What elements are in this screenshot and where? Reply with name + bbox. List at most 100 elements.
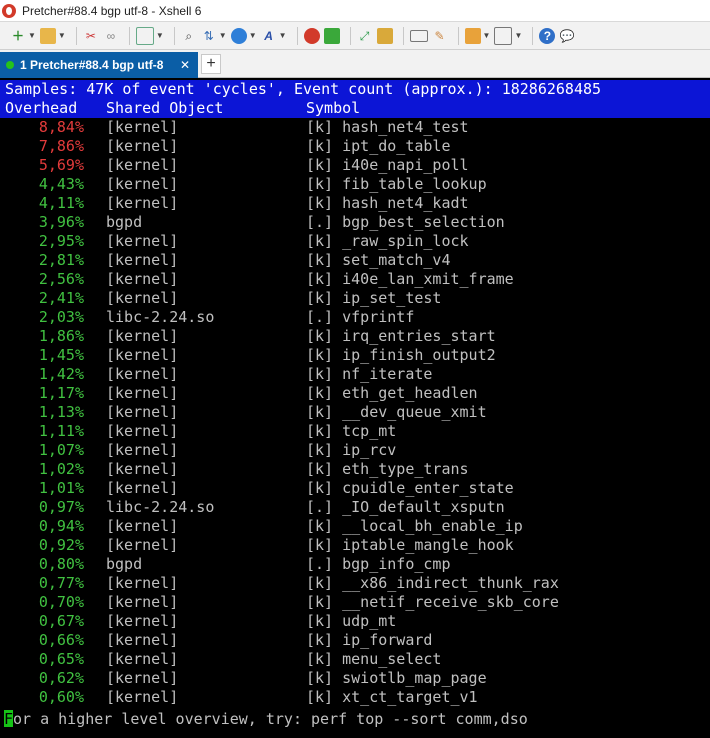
close-icon[interactable]: ✕ [180,58,190,72]
new-tab-button[interactable]: ▼ [464,25,490,47]
symbol-cell: [k] __local_bh_enable_ip [306,517,523,535]
overhead-cell: 0,70% [38,593,84,611]
transfer-icon: ⇅ [203,28,214,43]
overhead-cell: 1,17% [38,384,84,402]
shared-object-cell: bgpd [106,555,143,573]
overhead-cell: 0,80% [38,555,84,573]
reconnect-button[interactable]: ∞ [103,25,119,47]
symbol-cell: [k] __netif_receive_skb_core [306,593,559,611]
chat-button[interactable]: 💬 [559,25,575,47]
symbol-cell: [k] i40e_napi_poll [306,156,469,174]
symbol-cell: [k] ip_rcv [306,441,397,459]
chat-icon: 💬 [559,28,575,43]
overhead-cell: 7,86% [38,137,84,155]
overhead-cell: 0,62% [38,669,84,687]
overhead-cell: 0,77% [38,574,84,592]
shared-object-cell: [kernel] [106,612,179,630]
font-button[interactable]: A ▼ [261,25,286,47]
overhead-header: Overhead [5,99,78,117]
fullscreen-button[interactable]: ⤢ [357,25,373,47]
lock-icon [376,27,393,44]
symbol-cell: [k] __dev_queue_xmit [306,403,487,421]
xshell-icon [303,27,320,44]
symbol-cell: [k] ip_set_test [306,289,442,307]
symbol-cell: [k] hash_net4_kadt [306,194,469,212]
overhead-cell: 0,94% [38,517,84,535]
column-headers: Overhead Shared Object Symbol [0,99,710,118]
layout-button[interactable]: ▼ [494,25,522,47]
tab-label: 1 Pretcher#88.4 bgp utf-8 [20,58,164,72]
shared-object-cell: [kernel] [106,631,179,649]
pen-icon: ✎ [434,28,445,43]
tab-session-1[interactable]: 1 Pretcher#88.4 bgp utf-8 ✕ [0,52,198,78]
symbol-cell: [k] __x86_indirect_thunk_rax [306,574,559,592]
lock-button[interactable] [376,25,393,47]
overhead-cell: 1,45% [38,346,84,364]
terminal[interactable]: Samples: 47K of event 'cycles', Event co… [0,80,710,738]
transfer-button[interactable]: ⇅ ▼ [201,25,227,47]
symbol-cell: [k] irq_entries_start [306,327,496,345]
overhead-cell: 1,86% [38,327,84,345]
globe-icon [230,27,247,44]
xftp-button[interactable] [323,25,340,47]
overhead-cell: 2,41% [38,289,84,307]
shared-object-cell: [kernel] [106,346,179,364]
help-button[interactable]: ? [539,25,556,47]
shared-object-cell: [kernel] [106,517,179,535]
script-button[interactable]: ✎ [432,25,448,47]
shared-object-cell: [kernel] [106,156,179,174]
overhead-cell: 0,66% [38,631,84,649]
new-session-button[interactable]: ＋ ▼ [10,25,36,47]
shared-object-cell: libc-2.24.so [106,498,215,516]
link-icon: ∞ [106,28,116,43]
shared-object-cell: [kernel] [106,460,179,478]
symbol-cell: [.] _IO_default_xsputn [306,498,505,516]
symbol-cell: [k] eth_type_trans [306,460,469,478]
overhead-cell: 1,42% [38,365,84,383]
symbol-cell: [k] ip_finish_output2 [306,346,496,364]
symbol-cell: [.] vfprintf [306,308,415,326]
disconnect-icon: ✂ [85,28,96,43]
add-tab-button[interactable]: + [201,54,221,74]
symbol-cell: [k] ip_forward [306,631,433,649]
overhead-cell: 5,69% [38,156,84,174]
symbol-cell: [k] eth_get_headlen [306,384,478,402]
overhead-cell: 3,96% [38,213,84,231]
tab-bar: 1 Pretcher#88.4 bgp utf-8 ✕ + [0,50,710,78]
disconnect-button[interactable]: ✂ [83,25,99,47]
xftp-icon [323,27,340,44]
shared-object-cell: [kernel] [106,251,179,269]
hint-line: For a higher level overview, try: perf t… [4,710,528,729]
shared-object-cell: [kernel] [106,479,179,497]
find-button[interactable]: ⌕ [181,25,197,47]
overhead-cell: 8,84% [38,118,84,136]
keyboard-button[interactable] [409,25,428,47]
new-session-icon: ＋ [11,28,24,43]
overhead-cell: 0,92% [38,536,84,554]
overhead-cell: 0,97% [38,498,84,516]
shared-object-cell: bgpd [106,213,143,231]
shared-object-cell: [kernel] [106,289,179,307]
shared-object-cell: [kernel] [106,536,179,554]
properties-button[interactable]: ▼ [135,25,164,47]
new-tab-icon [464,27,481,44]
symbol-cell: [k] set_match_v4 [306,251,451,269]
globe-button[interactable]: ▼ [230,25,257,47]
help-icon: ? [539,27,556,44]
overhead-cell: 1,01% [38,479,84,497]
overhead-cell: 1,02% [38,460,84,478]
shared-object-cell: [kernel] [106,441,179,459]
symbol-header: Symbol [306,99,361,117]
symbol-cell: [k] swiotlb_map_page [306,669,487,687]
toolbar: ＋ ▼ ▼ ✂ ∞ ▼ ⌕ ⇅ ▼ ▼ A ▼ ⤢ ✎ ▼ ▼ ? 💬 [0,22,710,50]
overhead-cell: 2,95% [38,232,84,250]
overhead-cell: 4,43% [38,175,84,193]
symbol-cell: [k] _raw_spin_lock [306,232,469,250]
samples-text: Samples: 47K of event 'cycles', Event co… [5,80,602,98]
xshell-button[interactable] [303,25,320,47]
samples-line: Samples: 47K of event 'cycles', Event co… [0,80,710,99]
symbol-cell: [k] hash_net4_test [306,118,469,136]
open-button[interactable]: ▼ [39,25,66,47]
shared-object-cell: libc-2.24.so [106,308,215,326]
symbol-cell: [k] fib_table_lookup [306,175,487,193]
